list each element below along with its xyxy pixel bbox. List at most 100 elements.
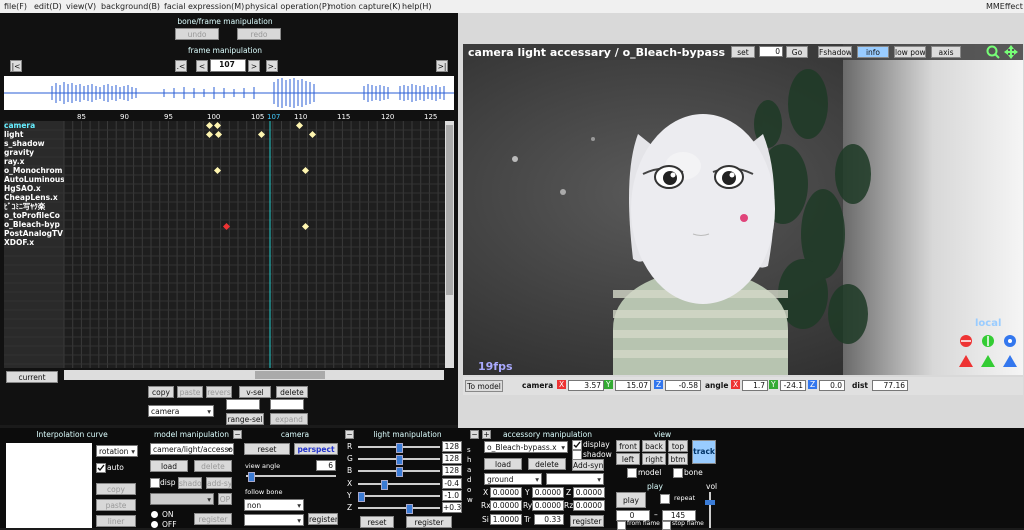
menu-view[interactable]: view(V) xyxy=(66,2,96,11)
v-sel-button[interactable]: v-sel xyxy=(239,386,271,398)
light-r-knob[interactable] xyxy=(396,443,403,453)
follow-bone-select[interactable] xyxy=(244,514,304,526)
self-shadow-label[interactable]: shadow xyxy=(467,445,475,505)
op-select[interactable] xyxy=(150,493,214,505)
rotate-x-icon[interactable] xyxy=(958,334,974,348)
light-y-knob[interactable] xyxy=(358,492,365,502)
model-register-button[interactable]: register xyxy=(194,513,232,525)
model-select[interactable]: camera/light/accesso xyxy=(150,443,234,455)
light-x-slider[interactable] xyxy=(358,483,440,485)
to-model-button[interactable]: To model xyxy=(465,380,503,392)
copy-button[interactable]: copy xyxy=(148,386,174,398)
angle-x-input[interactable]: 1.7 xyxy=(742,380,768,391)
zoom-icon[interactable] xyxy=(986,45,1000,59)
acc-si-input[interactable]: 1.0000 xyxy=(490,514,522,525)
rotate-z-icon[interactable] xyxy=(1002,334,1018,348)
accessory-load-button[interactable]: load xyxy=(484,458,522,470)
perspect-button[interactable]: perspect xyxy=(294,443,338,455)
move-x-icon[interactable] xyxy=(958,354,974,368)
timeline-hscroll[interactable] xyxy=(64,370,444,380)
fshadow-button[interactable]: Fshadow xyxy=(818,46,852,58)
play-button[interactable]: play xyxy=(616,492,646,508)
set-button[interactable]: set xyxy=(731,46,755,58)
view-front-button[interactable]: front xyxy=(616,440,640,452)
acc-rz-input[interactable]: 0.0000 xyxy=(573,500,605,511)
prev-frame-button[interactable]: < xyxy=(196,60,208,72)
interpolation-curve-canvas[interactable] xyxy=(6,443,92,528)
redo-button[interactable]: redo xyxy=(237,28,281,40)
from-frame-checkbox[interactable] xyxy=(617,521,626,530)
camera-collapse-button[interactable]: − xyxy=(233,430,242,439)
off-radio[interactable] xyxy=(151,521,158,528)
light-z-knob[interactable] xyxy=(406,504,413,514)
interp-copy-button[interactable]: copy xyxy=(96,483,136,495)
current-button[interactable]: current xyxy=(6,371,58,383)
set-frame-input[interactable]: 0 xyxy=(759,46,783,57)
accessory-register-button[interactable]: register xyxy=(570,515,604,527)
first-frame-button[interactable]: |< xyxy=(10,60,22,72)
audio-waveform[interactable] xyxy=(4,76,454,110)
expand-button[interactable]: expand xyxy=(270,413,308,425)
range-end-input[interactable] xyxy=(270,399,304,410)
on-radio[interactable] xyxy=(151,511,158,518)
view-back-button[interactable]: back xyxy=(642,440,666,452)
track-hgsao[interactable]: HgSAO.x xyxy=(4,184,64,193)
paste-button[interactable]: paste xyxy=(177,386,203,398)
model-shadow-button[interactable]: shadow xyxy=(178,477,202,489)
light-g-input[interactable]: 128 xyxy=(442,453,462,464)
light-reset-button[interactable]: reset xyxy=(360,516,394,528)
menu-edit[interactable]: edit(D) xyxy=(34,2,62,11)
view-track-button[interactable]: track xyxy=(692,440,716,464)
rotate-y-icon[interactable] xyxy=(980,334,996,348)
track-o-bleach-byp[interactable]: o_Bleach-byp xyxy=(4,220,64,229)
undo-button[interactable]: undo xyxy=(175,28,219,40)
volume-slider-knob[interactable] xyxy=(705,500,715,505)
range-start-input[interactable] xyxy=(226,399,260,410)
target-select[interactable]: camera xyxy=(148,405,214,417)
acc-tr-input[interactable]: 0.33 xyxy=(534,514,564,525)
accessory-select[interactable]: o_Bleach-bypass.x xyxy=(484,441,568,453)
track-ray[interactable]: ray.x xyxy=(4,157,64,166)
track-s-shadow[interactable]: s_shadow xyxy=(4,139,64,148)
model-load-button[interactable]: load xyxy=(150,460,188,472)
timeline-grid[interactable] xyxy=(4,121,445,368)
camera-register-button[interactable]: register xyxy=(308,513,338,525)
accessory-parent-bone-select[interactable] xyxy=(546,473,604,485)
acc-y-input[interactable]: 0.0000 xyxy=(532,487,564,498)
camera-reset-button[interactable]: reset xyxy=(244,443,290,455)
light-b-input[interactable]: 128 xyxy=(442,465,462,476)
delete-button[interactable]: delete xyxy=(276,386,308,398)
light-x-input[interactable]: -0.4 xyxy=(442,478,462,489)
move-icon[interactable] xyxy=(1004,45,1018,59)
light-b-knob[interactable] xyxy=(396,467,403,477)
view-bone-checkbox[interactable] xyxy=(673,468,683,478)
interp-mode-select[interactable]: rotation xyxy=(96,445,138,457)
view-btm-button[interactable]: btm xyxy=(668,453,688,465)
menu-physical-operation[interactable]: physical operation(P) xyxy=(245,2,330,11)
next-frame-button[interactable]: > xyxy=(248,60,260,72)
view-angle-input[interactable]: 6 xyxy=(316,460,336,471)
view-angle-slider-knob[interactable] xyxy=(248,472,255,482)
display-checkbox[interactable] xyxy=(572,440,582,450)
view-angle-slider-track[interactable] xyxy=(246,475,336,477)
angle-z-input[interactable]: 0.0 xyxy=(819,380,845,391)
info-button[interactable]: info xyxy=(857,46,889,58)
go-button[interactable]: Go xyxy=(786,46,808,58)
track-autoluminous[interactable]: AutoLuminous xyxy=(4,175,64,184)
disp-checkbox[interactable] xyxy=(150,478,160,488)
acc-z-input[interactable]: 0.0000 xyxy=(573,487,605,498)
interp-liner-button[interactable]: liner xyxy=(96,515,136,527)
interp-paste-button[interactable]: paste xyxy=(96,499,136,511)
light-x-knob[interactable] xyxy=(381,480,388,490)
track-o-monochrom[interactable]: o_Monochrom xyxy=(4,166,64,175)
acc-x-input[interactable]: 0.0000 xyxy=(490,487,522,498)
auto-checkbox[interactable] xyxy=(96,463,106,473)
camera-x-input[interactable]: 3.57 xyxy=(568,380,604,391)
menu-file[interactable]: file(F) xyxy=(4,2,27,11)
accessory-collapse-button[interactable]: − xyxy=(470,430,479,439)
light-z-slider[interactable] xyxy=(358,507,440,509)
track-xdof[interactable]: XDOF.x xyxy=(4,238,64,247)
menu-background[interactable]: background(B) xyxy=(101,2,160,11)
track-o-toprofileco[interactable]: o_toProfileCo xyxy=(4,211,64,220)
view-right-button[interactable]: right xyxy=(642,453,666,465)
